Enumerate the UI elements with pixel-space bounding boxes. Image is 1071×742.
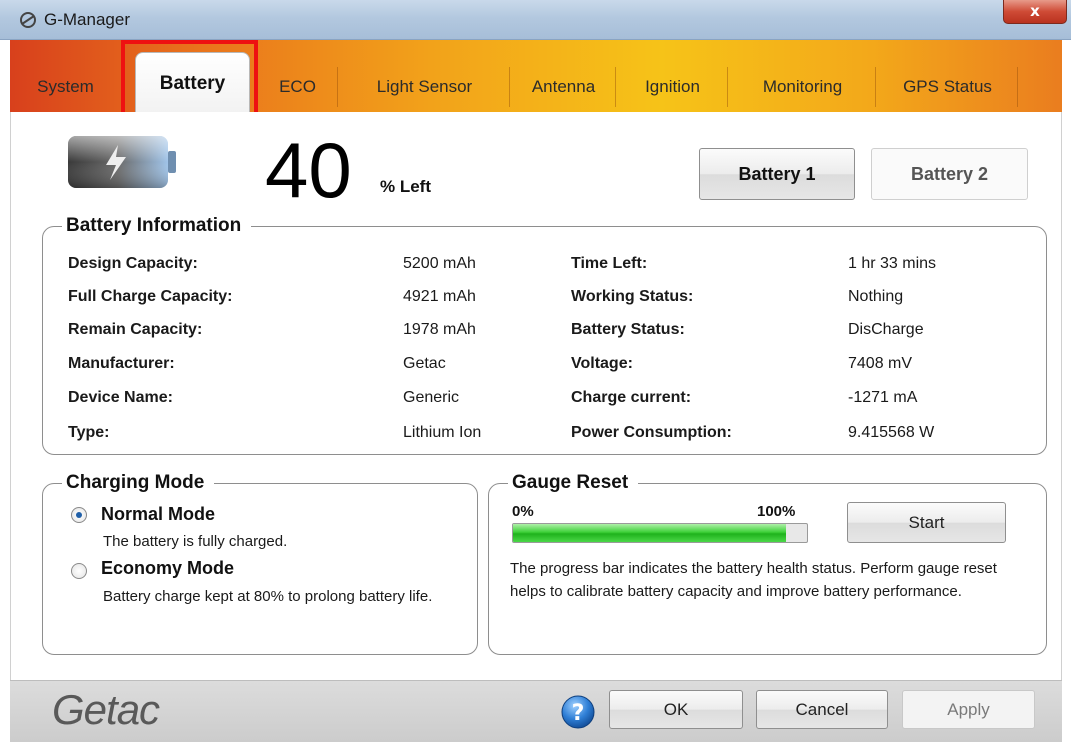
manufacturer-value: Getac xyxy=(403,355,446,372)
type-label: Type: xyxy=(68,424,110,441)
svg-text:?: ? xyxy=(572,701,585,726)
getac-logo: Getac xyxy=(52,686,160,733)
tab-monitoring[interactable]: Monitoring xyxy=(730,67,876,107)
app-icon xyxy=(20,12,36,28)
tab-ignition[interactable]: Ignition xyxy=(618,67,728,107)
charge-current-label: Charge current: xyxy=(571,389,692,406)
economy-mode-description: Battery charge kept at 80% to prolong ba… xyxy=(103,588,433,605)
tab-system[interactable]: System xyxy=(10,67,122,107)
gauge-reset-title: Gauge Reset xyxy=(508,472,639,494)
battery-1-button[interactable]: Battery 1 xyxy=(699,148,855,200)
cancel-button[interactable]: Cancel xyxy=(756,690,888,729)
voltage-value: 7408 mV xyxy=(848,355,913,372)
normal-mode-label[interactable]: Normal Mode xyxy=(101,504,215,525)
manufacturer-label: Manufacturer: xyxy=(68,355,175,372)
economy-mode-radio[interactable] xyxy=(71,563,87,579)
design-capacity-value: 5200 mAh xyxy=(403,255,476,272)
battery-icon xyxy=(68,136,176,188)
power-consumption-value: 9.415568 W xyxy=(848,424,935,441)
full-charge-capacity-label: Full Charge Capacity: xyxy=(68,288,233,305)
tab-eco[interactable]: ECO xyxy=(258,67,338,107)
working-status-label: Working Status: xyxy=(571,288,694,305)
battery-percent: 40 xyxy=(265,126,352,214)
battery-health-progress-bar xyxy=(512,523,808,543)
gauge-start-button[interactable]: Start xyxy=(847,502,1006,543)
normal-mode-radio[interactable] xyxy=(71,507,87,523)
tab-light-sensor[interactable]: Light Sensor xyxy=(340,67,510,107)
device-name-value: Generic xyxy=(403,389,460,406)
tab-gps-status[interactable]: GPS Status xyxy=(878,67,1018,107)
battery-information-title: Battery Information xyxy=(62,215,252,237)
ok-button[interactable]: OK xyxy=(609,690,743,729)
battery-percent-suffix: % Left xyxy=(380,177,431,196)
apply-button[interactable]: Apply xyxy=(902,690,1035,729)
tab-antenna[interactable]: Antenna xyxy=(512,67,616,107)
close-button[interactable]: x xyxy=(1003,0,1067,24)
full-charge-capacity-value: 4921 mAh xyxy=(403,288,476,305)
device-name-label: Device Name: xyxy=(68,389,173,406)
charge-current-value: -1271 mA xyxy=(848,389,918,406)
battery-2-button[interactable]: Battery 2 xyxy=(871,148,1028,200)
title-bar: G-Manager x xyxy=(0,0,1071,40)
remain-capacity-label: Remain Capacity: xyxy=(68,321,203,338)
type-value: Lithium Ion xyxy=(403,424,482,441)
gauge-reset-description: The progress bar indicates the battery h… xyxy=(510,560,997,600)
economy-mode-label[interactable]: Economy Mode xyxy=(101,558,234,579)
gauge-max-label: 100% xyxy=(757,503,796,520)
power-consumption-label: Power Consumption: xyxy=(571,424,732,441)
time-left-label: Time Left: xyxy=(571,255,648,272)
design-capacity-label: Design Capacity: xyxy=(68,255,198,272)
gauge-min-label: 0% xyxy=(512,503,534,520)
tab-highlight-box xyxy=(121,40,258,118)
battery-status-value: DisCharge xyxy=(848,321,924,338)
normal-mode-description: The battery is fully charged. xyxy=(103,533,288,550)
time-left-value: 1 hr 33 mins xyxy=(848,255,937,272)
voltage-label: Voltage: xyxy=(571,355,633,372)
remain-capacity-value: 1978 mAh xyxy=(403,321,476,338)
working-status-value: Nothing xyxy=(848,288,904,305)
window-title: G-Manager xyxy=(44,10,130,29)
charging-mode-title: Charging Mode xyxy=(62,472,215,494)
battery-status-label: Battery Status: xyxy=(571,321,685,338)
battery-health-progress-fill xyxy=(513,524,787,542)
help-icon[interactable]: ? xyxy=(560,694,596,730)
